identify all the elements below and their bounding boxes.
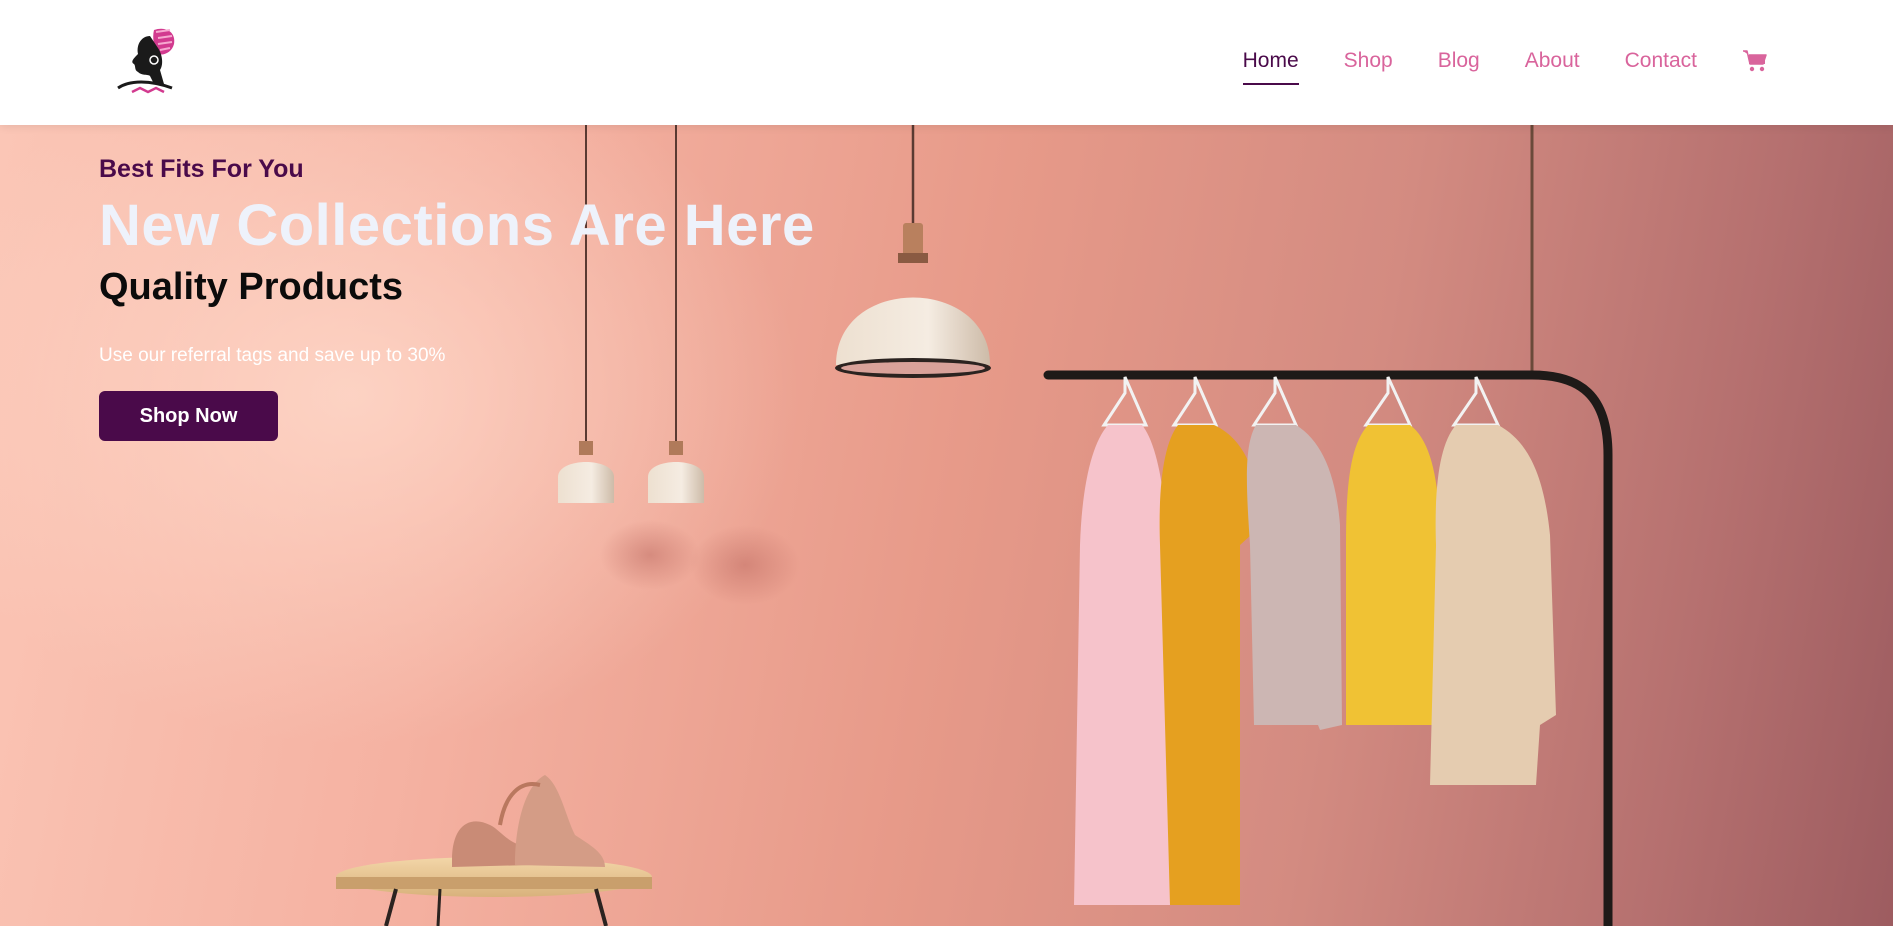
garment-grey-top	[1246, 425, 1342, 730]
hero-text-block: Best Fits For You New Collections Are He…	[99, 155, 815, 441]
shop-now-button[interactable]: Shop Now	[99, 391, 278, 441]
side-table	[336, 857, 652, 926]
nav-shop[interactable]: Shop	[1344, 48, 1393, 74]
main-nav: Home Shop Blog About Contact	[1198, 48, 1768, 85]
hero-tagline: Use our referral tags and save up to 30%	[99, 345, 446, 366]
garment-yellow-top	[1346, 425, 1440, 725]
shoes	[452, 775, 605, 867]
site-header: Home Shop Blog About Contact	[0, 0, 1893, 125]
hero-banner: Best Fits For You New Collections Are He…	[0, 125, 1893, 926]
nav-home[interactable]: Home	[1242, 48, 1299, 85]
nav-about[interactable]: About	[1525, 48, 1580, 74]
shopping-cart-icon[interactable]	[1742, 49, 1768, 73]
garment-beige-top	[1430, 425, 1556, 785]
page: Home Shop Blog About Contact Best Fits F…	[0, 0, 1893, 926]
nav-blog[interactable]: Blog	[1438, 48, 1480, 74]
garment-mustard-dress	[1159, 425, 1262, 905]
hero-subheading: Quality Products	[99, 266, 404, 308]
hero-headline: New Collections Are Here	[99, 193, 815, 258]
hangers	[1101, 376, 1501, 427]
brand-logo[interactable]	[110, 18, 182, 96]
hero-eyebrow: Best Fits For You	[99, 155, 304, 183]
pendant-lamp-large	[835, 125, 991, 378]
nav-contact[interactable]: Contact	[1625, 48, 1697, 74]
